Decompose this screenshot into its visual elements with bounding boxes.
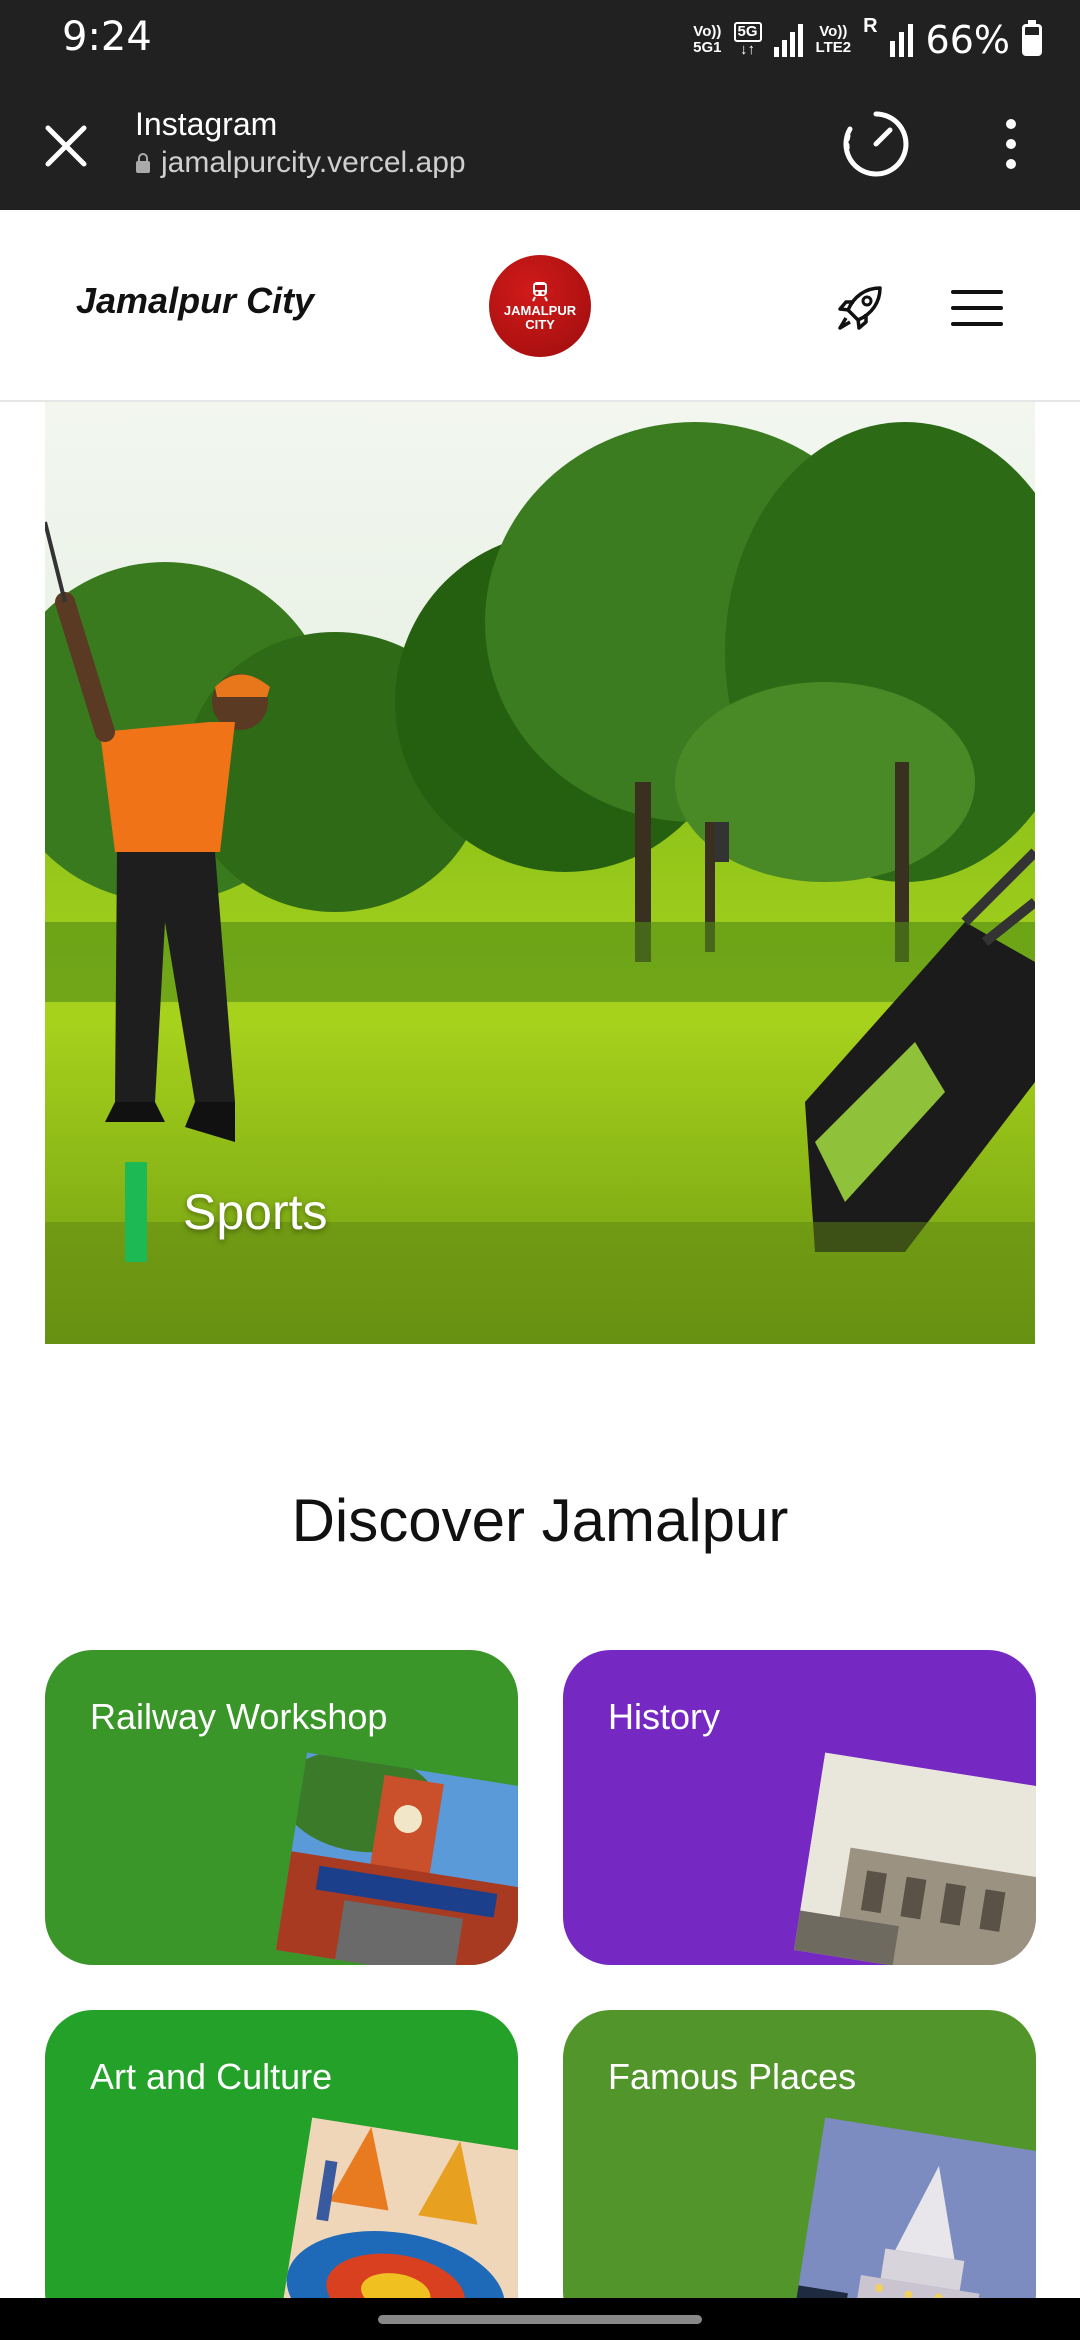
card-art-and-culture[interactable]: Art and Culture (45, 2010, 518, 2340)
battery-icon (1022, 20, 1042, 56)
status-time: 9:24 (62, 14, 152, 60)
hero-caption-text: Sports (183, 1184, 328, 1240)
close-icon[interactable] (36, 116, 96, 176)
browser-title: Instagram (135, 106, 278, 142)
hero-accent-bar (125, 1162, 147, 1262)
card-label: History (608, 1696, 721, 1737)
home-gesture-handle[interactable] (378, 2315, 702, 2324)
hero-caption: Sports (125, 1162, 328, 1262)
rocket-icon[interactable] (832, 280, 888, 336)
card-railway-workshop[interactable]: Railway Workshop (45, 1650, 518, 1965)
site-brand[interactable]: Jamalpur City (76, 280, 314, 322)
hamburger-menu-icon[interactable] (950, 286, 1004, 330)
card-label: Art and Culture (90, 2056, 333, 2097)
status-bar: 9:24 Vo)) 5G1 5G ↓↑ Vo)) LTE2 R 66% (0, 0, 1080, 80)
site-logo[interactable]: JAMALPUR CITY (489, 255, 591, 357)
in-app-browser-bar: Instagram jamalpurcity.vercel.app (0, 80, 1080, 210)
status-icons: Vo)) 5G1 5G ↓↑ Vo)) LTE2 R 66% (693, 15, 1042, 62)
volte-sim1-indicator: Vo)) 5G1 (693, 23, 722, 56)
more-options-icon[interactable] (996, 114, 1026, 174)
train-icon (532, 282, 548, 302)
railway-workshop-image (275, 1752, 518, 1965)
browser-url[interactable]: jamalpurcity.vercel.app (135, 146, 466, 180)
logo-text-line2: CITY (525, 317, 555, 332)
system-navigation-bar (0, 2298, 1080, 2340)
card-label: Famous Places (608, 2056, 857, 2097)
site-header: Jamalpur City JAMALPUR CITY (0, 210, 1080, 402)
logo-text-line1: JAMALPUR (503, 303, 577, 318)
url-text: jamalpurcity.vercel.app (161, 146, 466, 179)
signal-icon-2 (889, 24, 913, 57)
volte-sim2-indicator: Vo)) LTE2 (815, 23, 852, 56)
signal-icon (773, 24, 803, 57)
battery-percentage: 66% (925, 18, 1010, 62)
lock-icon (136, 153, 150, 173)
history-image (793, 1752, 1036, 1965)
roaming-indicator: R (863, 15, 878, 37)
discover-title: Discover Jamalpur (291, 1487, 789, 1554)
card-label: Railway Workshop (90, 1696, 388, 1737)
card-famous-places[interactable]: Famous Places (563, 2010, 1036, 2340)
hero-banner[interactable]: Sports (45, 402, 1035, 1344)
card-history[interactable]: History (563, 1650, 1036, 1965)
speedometer-icon[interactable] (840, 108, 912, 180)
5g-indicator: 5G ↓↑ (733, 22, 762, 58)
